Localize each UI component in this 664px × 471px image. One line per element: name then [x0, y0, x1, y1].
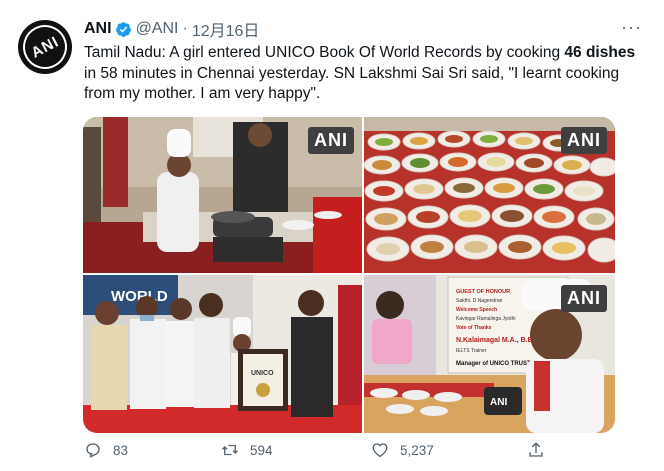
author-handle[interactable]: @ANI	[136, 20, 179, 38]
tweet-date[interactable]: 12月16日	[192, 17, 260, 41]
share-icon	[529, 442, 543, 457]
banner-line-2: Sakthi. D.Nagendran	[456, 298, 503, 304]
like-button[interactable]: 5,237	[371, 441, 434, 459]
tweet-actions: 83 594 5,237	[84, 441, 584, 465]
banner-footer: Manager of UNICO TRUST	[456, 361, 531, 367]
certificate-text: UNICO	[251, 370, 274, 377]
reply-button[interactable]: 83	[84, 441, 128, 459]
retweet-icon	[222, 444, 238, 456]
tweet-card[interactable]: ANI ANI @ANI · 12月16日 ··· Tamil Nadu: A …	[0, 0, 664, 471]
tweet-text-part2: in 58 minutes in Chennai yesterday. SN L…	[84, 64, 620, 103]
tweet-header: ANI @ANI · 12月16日 ···	[84, 17, 650, 41]
author-name[interactable]: ANI	[84, 20, 112, 38]
ani-watermark: ANI	[308, 127, 354, 154]
share-button[interactable]	[527, 441, 556, 459]
banner-line-4: Kavingar Ramalinga Jyothi	[456, 316, 515, 322]
more-options-icon[interactable]: ···	[621, 17, 642, 38]
banner-name: N.Kalaimagal M.A., B.Ed.,	[456, 337, 540, 344]
verified-badge-icon	[115, 21, 131, 37]
tweet-text-bold: 46 dishes	[564, 44, 636, 61]
photo-dishes-table[interactable]: ANI	[364, 117, 615, 273]
photo-certificate-presentation[interactable]: WORLD UNICO	[83, 275, 362, 433]
ani-watermark: ANI	[561, 127, 607, 154]
banner-line-3: Welcome Speech	[456, 307, 497, 313]
ani-watermark: ANI	[561, 285, 607, 312]
banner-line-5: Vote of Thanks	[456, 325, 492, 331]
tweet-text: Tamil Nadu: A girl entered UNICO Book Of…	[84, 43, 644, 105]
banner-line-1: GUEST OF HONOUR	[456, 289, 510, 295]
avatar[interactable]: ANI	[18, 20, 72, 74]
ani-logo: ANI	[18, 20, 72, 74]
reply-icon	[86, 443, 100, 458]
retweet-button[interactable]: 594	[221, 441, 273, 459]
heart-icon	[372, 443, 388, 458]
like-count: 5,237	[400, 442, 434, 458]
media-grid: ANI ANI WORLD UNICO GUEST OF HONOUR Sakt…	[83, 117, 615, 433]
tweet-text-part1: Tamil Nadu: A girl entered UNICO Book Of…	[84, 44, 565, 61]
photo-interview[interactable]: GUEST OF HONOUR Sakthi. D.Nagendran Welc…	[364, 275, 615, 433]
banner-role: IELTS Trainer	[456, 348, 487, 354]
separator-dot: ·	[182, 20, 188, 37]
mic-label: ANI	[490, 397, 507, 408]
reply-count: 83	[113, 442, 129, 458]
photo-girl-cooking[interactable]: ANI	[83, 117, 362, 273]
retweet-count: 594	[250, 442, 273, 458]
photo-certificate-image: WORLD UNICO	[83, 275, 362, 433]
